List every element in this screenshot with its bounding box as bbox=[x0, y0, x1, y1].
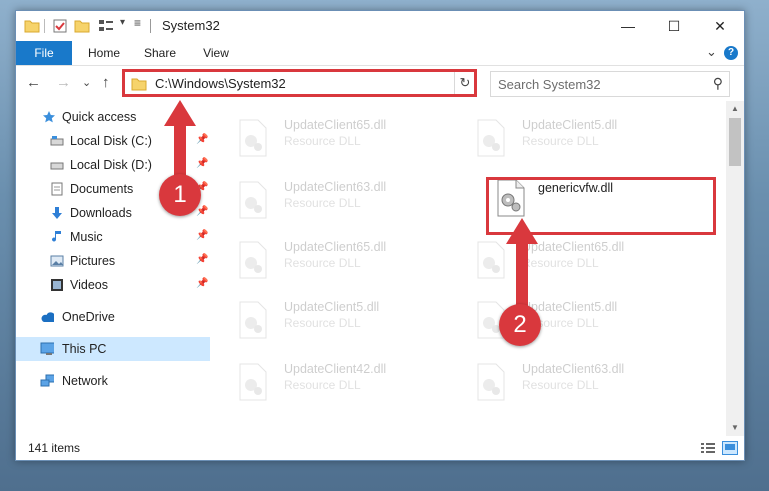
callout-1: 1 bbox=[159, 174, 201, 216]
arrow-2-icon bbox=[506, 218, 538, 306]
arrow-1-icon bbox=[164, 100, 196, 184]
callout-2: 2 bbox=[499, 304, 541, 346]
annotation-arrows bbox=[164, 100, 538, 306]
